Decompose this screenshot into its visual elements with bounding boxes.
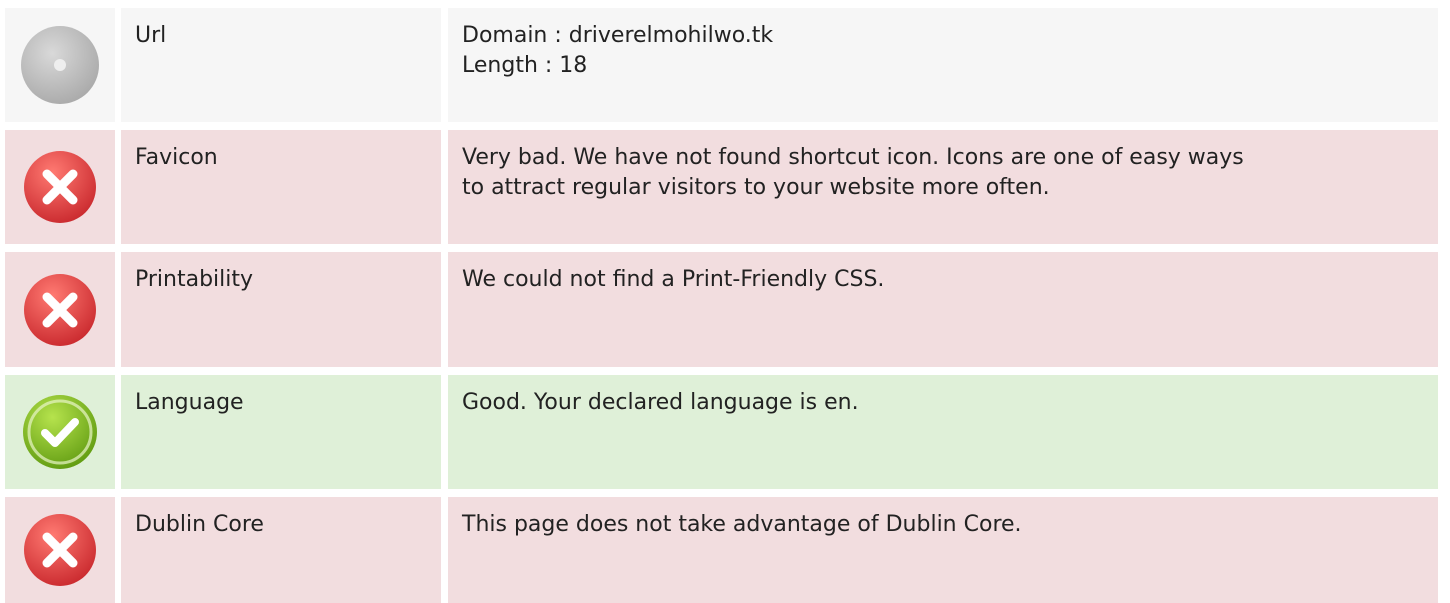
row-detail-cell: This page does not take advantage of Dub… [448,497,1438,603]
favicon-detail-line-1: Very bad. We have not found shortcut ico… [462,145,1244,170]
success-check-icon [23,395,97,469]
status-cell [5,8,115,122]
report-row-dublin-core: Dublin Core This page does not take adva… [5,497,1438,603]
language-detail: Good. Your declared language is en. [462,390,859,415]
row-detail-cell: Good. Your declared language is en. [448,375,1438,489]
report-row-favicon: Favicon Very bad. We have not found shor… [5,130,1438,244]
row-label: Favicon [135,145,218,170]
row-label: Language [135,390,244,415]
row-label-cell: Url [121,8,441,122]
neutral-disc-icon [21,26,99,104]
error-cross-icon [24,514,96,586]
status-cell [5,252,115,367]
row-label-cell: Printability [121,252,441,367]
dublin-core-detail: This page does not take advantage of Dub… [462,512,1022,537]
favicon-detail-line-2: to attract regular visitors to your webs… [462,175,1050,200]
status-cell [5,497,115,603]
row-label: Printability [135,267,254,292]
row-detail-cell: Very bad. We have not found shortcut ico… [448,130,1438,244]
report-row-language: Language Good. Your declared language is… [5,375,1438,489]
row-detail-cell: We could not find a Print-Friendly CSS. [448,252,1438,367]
status-cell [5,375,115,489]
row-label: Dublin Core [135,512,264,537]
url-length-text: Length : 18 [462,53,588,78]
row-label-cell: Dublin Core [121,497,441,603]
error-cross-icon [24,273,96,346]
row-label-cell: Favicon [121,130,441,244]
seo-report-table: Url Domain : driverelmohilwo.tk Length :… [0,0,1450,603]
report-row-url: Url Domain : driverelmohilwo.tk Length :… [5,8,1438,122]
error-cross-icon [24,151,96,223]
row-label-cell: Language [121,375,441,489]
status-cell [5,130,115,244]
url-domain-text: Domain : driverelmohilwo.tk [462,23,774,48]
report-row-printability: Printability We could not find a Print-F… [5,252,1438,367]
printability-detail: We could not find a Print-Friendly CSS. [462,267,885,292]
row-detail-cell: Domain : driverelmohilwo.tk Length : 18 [448,8,1438,122]
row-label: Url [135,23,167,48]
